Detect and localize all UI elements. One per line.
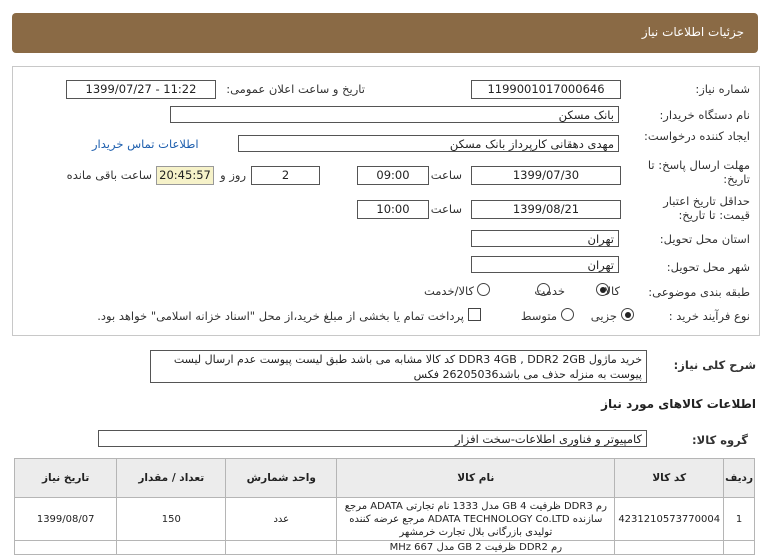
process-radio-medium[interactable] <box>561 308 574 321</box>
row-code: 4231210573770004 <box>614 497 725 541</box>
delivery-city-label: شهر محل تحویل: <box>666 260 750 274</box>
category-radio-goods-service[interactable] <box>477 283 490 296</box>
goods-section-title: اطلاعات کالاهای مورد نیاز <box>601 397 756 411</box>
time-remaining-label: ساعت باقی مانده <box>66 168 152 182</box>
days-label: روز و <box>220 168 246 182</box>
column-header-qty: تعداد / مقدار <box>116 458 227 498</box>
creator-label: ایجاد کننده درخواست: <box>644 129 750 143</box>
process-type-label: نوع فرآیند خرید : <box>668 309 750 323</box>
description-field: خرید ماژول DDR3 4GB , DDR2 2GB کد کالا م… <box>150 350 647 383</box>
delivery-province-field: تهران <box>471 230 619 247</box>
goods-table-header: ردیف کد کالا نام کالا واحد شمارش تعداد /… <box>13 458 755 498</box>
process-option-medium: متوسط <box>520 309 557 323</box>
row-name: رم DDR3 ظرفیت 4 GB مدل 1333 نام تجارتی A… <box>336 497 616 541</box>
category-option-service: خدمت <box>534 284 565 298</box>
creator-field: مهدی دهقانی کارپرداز بانک مسکن <box>238 135 619 152</box>
treasury-payment-note: پرداخت تمام یا بخشی از مبلغ خرید،از محل … <box>97 309 464 323</box>
row-code <box>614 540 725 555</box>
delivery-province-label: استان محل تحویل: <box>659 232 750 246</box>
deadline-label: مهلت ارسال پاسخ: تا تاریخ: <box>647 158 750 186</box>
deadline-time-label: ساعت <box>430 168 462 182</box>
page-title: جزئیات اطلاعات نیاز <box>641 25 744 39</box>
row-name: رم DDR2 ظرفیت 2 GB مدل 667 MHz <box>336 540 616 555</box>
description-label: شرح کلی نیاز: <box>673 358 756 372</box>
category-option-goods: کالا <box>604 284 620 298</box>
buyer-label: نام دستگاه خریدار: <box>659 108 750 122</box>
page-header: جزئیات اطلاعات نیاز <box>12 13 758 53</box>
row-date: 1399/08/07 <box>13 497 118 541</box>
row-qty: 150 <box>116 497 227 541</box>
column-header-index: ردیف <box>723 458 755 498</box>
column-header-unit: واحد شمارش <box>225 458 338 498</box>
row-index <box>723 540 755 555</box>
row-unit <box>225 540 338 555</box>
column-header-date: تاریخ نیاز <box>13 458 118 498</box>
days-remaining-field: 2 <box>251 166 320 185</box>
row-date <box>13 540 118 555</box>
row-unit: عدد <box>225 497 338 541</box>
table-row[interactable]: 1 4231210573770004 رم DDR3 ظرفیت 4 GB مد… <box>13 497 755 541</box>
goods-group-field: کامپیوتر و فناوری اطلاعات-سخت افزار <box>98 430 647 447</box>
need-number-field: 1199001017000646 <box>471 80 621 99</box>
process-option-minor: جزیی <box>590 309 617 323</box>
announce-datetime-label: تاریخ و ساعت اعلان عمومی: <box>226 82 365 96</box>
row-index: 1 <box>723 497 755 541</box>
deadline-time-field: 09:00 <box>357 166 429 185</box>
announce-datetime-field: 1399/07/27 - 11:22 <box>66 80 216 99</box>
treasury-payment-checkbox[interactable] <box>468 308 481 321</box>
column-header-code: کد کالا <box>614 458 725 498</box>
deadline-date-field: 1399/07/30 <box>471 166 621 185</box>
column-header-name: نام کالا <box>336 458 616 498</box>
price-validity-label: حداقل تاریخ اعتبار قیمت: تا تاریخ: <box>663 194 750 222</box>
price-validity-time-label: ساعت <box>430 202 462 216</box>
category-label: طبقه بندی موضوعی: <box>648 285 750 299</box>
row-qty <box>116 540 227 555</box>
price-validity-time-field: 10:00 <box>357 200 429 219</box>
price-validity-date-field: 1399/08/21 <box>471 200 621 219</box>
need-number-label: شماره نیاز: <box>695 82 750 96</box>
process-radio-minor[interactable] <box>621 308 634 321</box>
delivery-city-field: تهران <box>471 256 619 273</box>
buyer-field: بانک مسکن <box>170 106 619 123</box>
goods-group-label: گروه کالا: <box>692 433 748 447</box>
time-remaining-field: 20:45:57 <box>156 166 214 185</box>
goods-table: ردیف کد کالا نام کالا واحد شمارش تعداد /… <box>13 458 755 555</box>
table-row[interactable]: رم DDR2 ظرفیت 2 GB مدل 667 MHz <box>13 540 755 555</box>
buyer-contact-link[interactable]: اطلاعات تماس خریدار <box>92 137 199 151</box>
category-option-goods-service: کالا/خدمت <box>423 284 474 298</box>
